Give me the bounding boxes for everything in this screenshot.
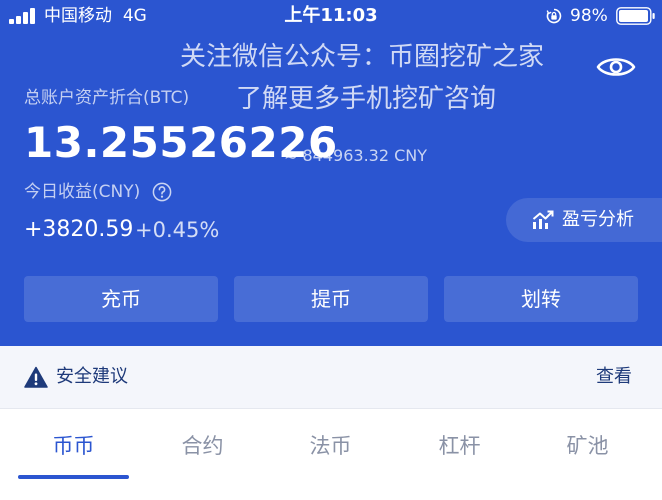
profit-loss-label: 盈亏分析	[562, 209, 634, 230]
tab-pool[interactable]: 矿池	[523, 433, 652, 459]
deposit-button[interactable]: 充币	[24, 276, 218, 322]
tab-fiat[interactable]: 法币	[266, 433, 395, 459]
transfer-button[interactable]: 划转	[444, 276, 638, 322]
asset-header: 中国移动 4G 上午11:03 98% 关注微信公众号：币圈挖矿之家 了解更多手…	[0, 0, 662, 346]
tab-spot[interactable]: 币币	[9, 433, 138, 459]
watermark-line-2: 了解更多手机挖矿咨询	[236, 84, 497, 114]
total-assets-cny: ≈ 844963.32 CNY	[284, 146, 428, 165]
tab-contract[interactable]: 合约	[138, 433, 267, 459]
battery-percent: 98%	[570, 6, 608, 26]
status-bar: 中国移动 4G 上午11:03 98%	[0, 0, 662, 34]
chart-icon	[532, 210, 554, 229]
watermark-line-1: 关注微信公众号：币圈挖矿之家	[180, 42, 545, 72]
asset-tabs: 币币 合约 法币 杠杆 矿池	[0, 409, 662, 500]
total-assets-label: 总账户资产折合(BTC)	[24, 88, 190, 108]
security-advice-row[interactable]: 安全建议 查看	[0, 346, 662, 409]
today-income-value: +3820.59	[24, 217, 134, 242]
warning-icon	[24, 366, 48, 388]
battery-icon	[616, 7, 655, 25]
today-income-label: 今日收益(CNY)	[24, 182, 141, 202]
orientation-lock-icon	[546, 8, 562, 24]
eye-icon[interactable]	[596, 54, 636, 80]
today-income-percent: +0.45%	[135, 218, 220, 242]
active-tab-indicator	[18, 475, 129, 479]
status-time: 上午11:03	[284, 5, 378, 26]
security-view-link[interactable]: 查看	[596, 366, 632, 388]
help-icon[interactable]	[152, 182, 172, 202]
tab-margin[interactable]: 杠杆	[395, 433, 524, 459]
withdraw-button[interactable]: 提币	[234, 276, 428, 322]
profit-loss-button[interactable]: 盈亏分析	[506, 198, 662, 242]
security-advice-label: 安全建议	[56, 366, 128, 387]
